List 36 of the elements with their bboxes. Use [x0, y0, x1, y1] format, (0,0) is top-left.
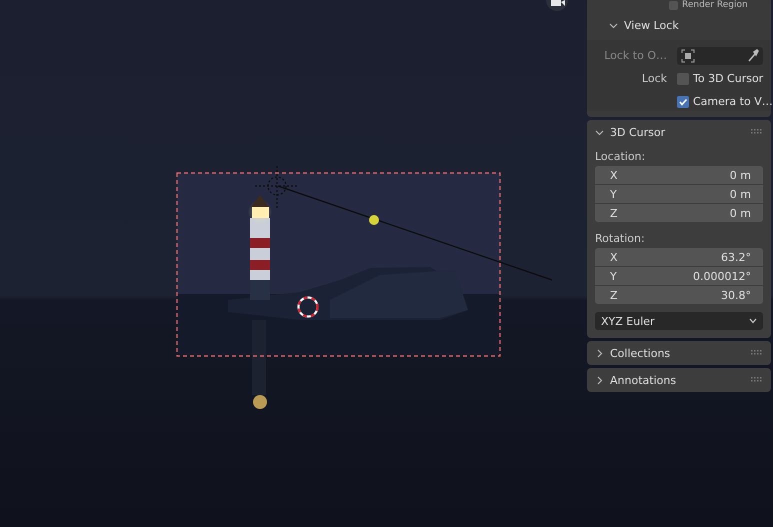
checkbox[interactable]	[669, 0, 678, 10]
panel-title: View Lock	[624, 18, 679, 32]
panel-header[interactable]: Collections	[587, 341, 771, 365]
panel-title: Annotations	[610, 374, 678, 386]
rotation-mode-dropdown[interactable]: XYZ Euler	[595, 312, 763, 330]
sun-lamp-icon[interactable]	[255, 166, 299, 208]
checkbox[interactable]	[677, 96, 689, 108]
field-label: Lock to O…	[603, 49, 668, 62]
number-field[interactable]: Y 0 m	[595, 185, 763, 203]
panel-title: Collections	[610, 346, 672, 360]
field-label: Lock	[640, 72, 668, 85]
panel-header[interactable]: 3D Cursor	[587, 120, 771, 144]
number-field[interactable]: X 63.2°	[595, 248, 763, 266]
section-label: Rotation:	[595, 232, 646, 245]
section-label: Location:	[595, 150, 646, 163]
chevron-icon	[749, 318, 757, 324]
camera-icon[interactable]	[546, 0, 568, 11]
object-icon	[681, 48, 695, 62]
number-field[interactable]: X 0 m	[595, 166, 763, 184]
light-handle-dot[interactable]	[369, 215, 379, 225]
drag-handle-icon[interactable]	[751, 129, 763, 135]
3d-cursor-icon	[297, 296, 319, 318]
checkbox-label: Camera to V…	[693, 95, 773, 108]
eyedropper-icon[interactable]	[747, 48, 759, 62]
number-field[interactable]: Z 30.8°	[595, 286, 763, 304]
object-field[interactable]	[677, 46, 763, 64]
checkbox[interactable]	[677, 72, 689, 84]
drag-handle-icon[interactable]	[751, 350, 763, 356]
number-field[interactable]: Y 0.000012°	[595, 267, 763, 285]
panel-header[interactable]: View Lock	[587, 10, 771, 40]
checkbox-label: To 3D Cursor	[693, 72, 764, 85]
drag-handle-icon[interactable]	[751, 377, 763, 383]
checkbox-label: Render Region	[682, 0, 748, 10]
number-field[interactable]: Z 0 m	[595, 204, 763, 222]
panel-header[interactable]: Annotations	[587, 368, 771, 392]
panel-title: 3D Cursor	[610, 126, 666, 138]
